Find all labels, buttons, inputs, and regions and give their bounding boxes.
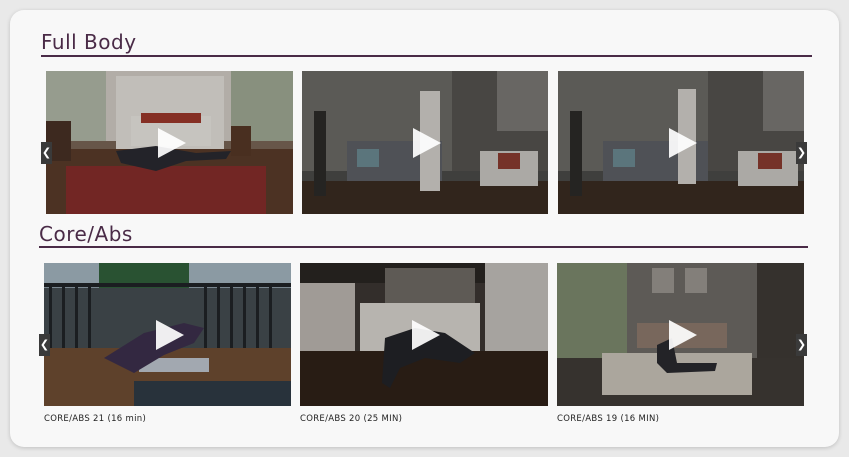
video-thumbnail[interactable] [46,71,293,214]
video-caption: CORE/ABS 20 (25 MIN) [300,414,403,424]
video-thumbnail[interactable] [300,263,548,406]
play-icon [412,319,440,350]
video-thumbnail[interactable] [557,263,804,406]
play-icon [413,127,441,158]
video-thumbnail[interactable] [558,71,804,214]
video-thumbnail[interactable] [44,263,291,406]
carousel-prev-button[interactable]: ❮ [41,142,52,164]
carousel-prev-button[interactable]: ❮ [39,334,50,356]
video-thumbnail[interactable] [302,71,548,214]
play-icon [155,319,184,350]
section-title-full-body: Full Body [41,30,137,54]
play-icon [157,127,186,158]
section-divider [41,55,812,57]
carousel-next-button[interactable]: ❯ [796,334,807,356]
play-icon [669,127,697,158]
section-title-core-abs: Core/Abs [39,222,133,246]
section-divider [39,246,808,248]
video-caption: CORE/ABS 21 (16 min) [44,414,147,424]
content-card: Full Body ❮ ❯ Core/Abs CORE/ABS 21 (16 m… [10,10,839,447]
video-caption: CORE/ABS 19 (16 MIN) [557,414,660,424]
carousel-next-button[interactable]: ❯ [796,142,807,164]
play-icon [668,319,697,350]
